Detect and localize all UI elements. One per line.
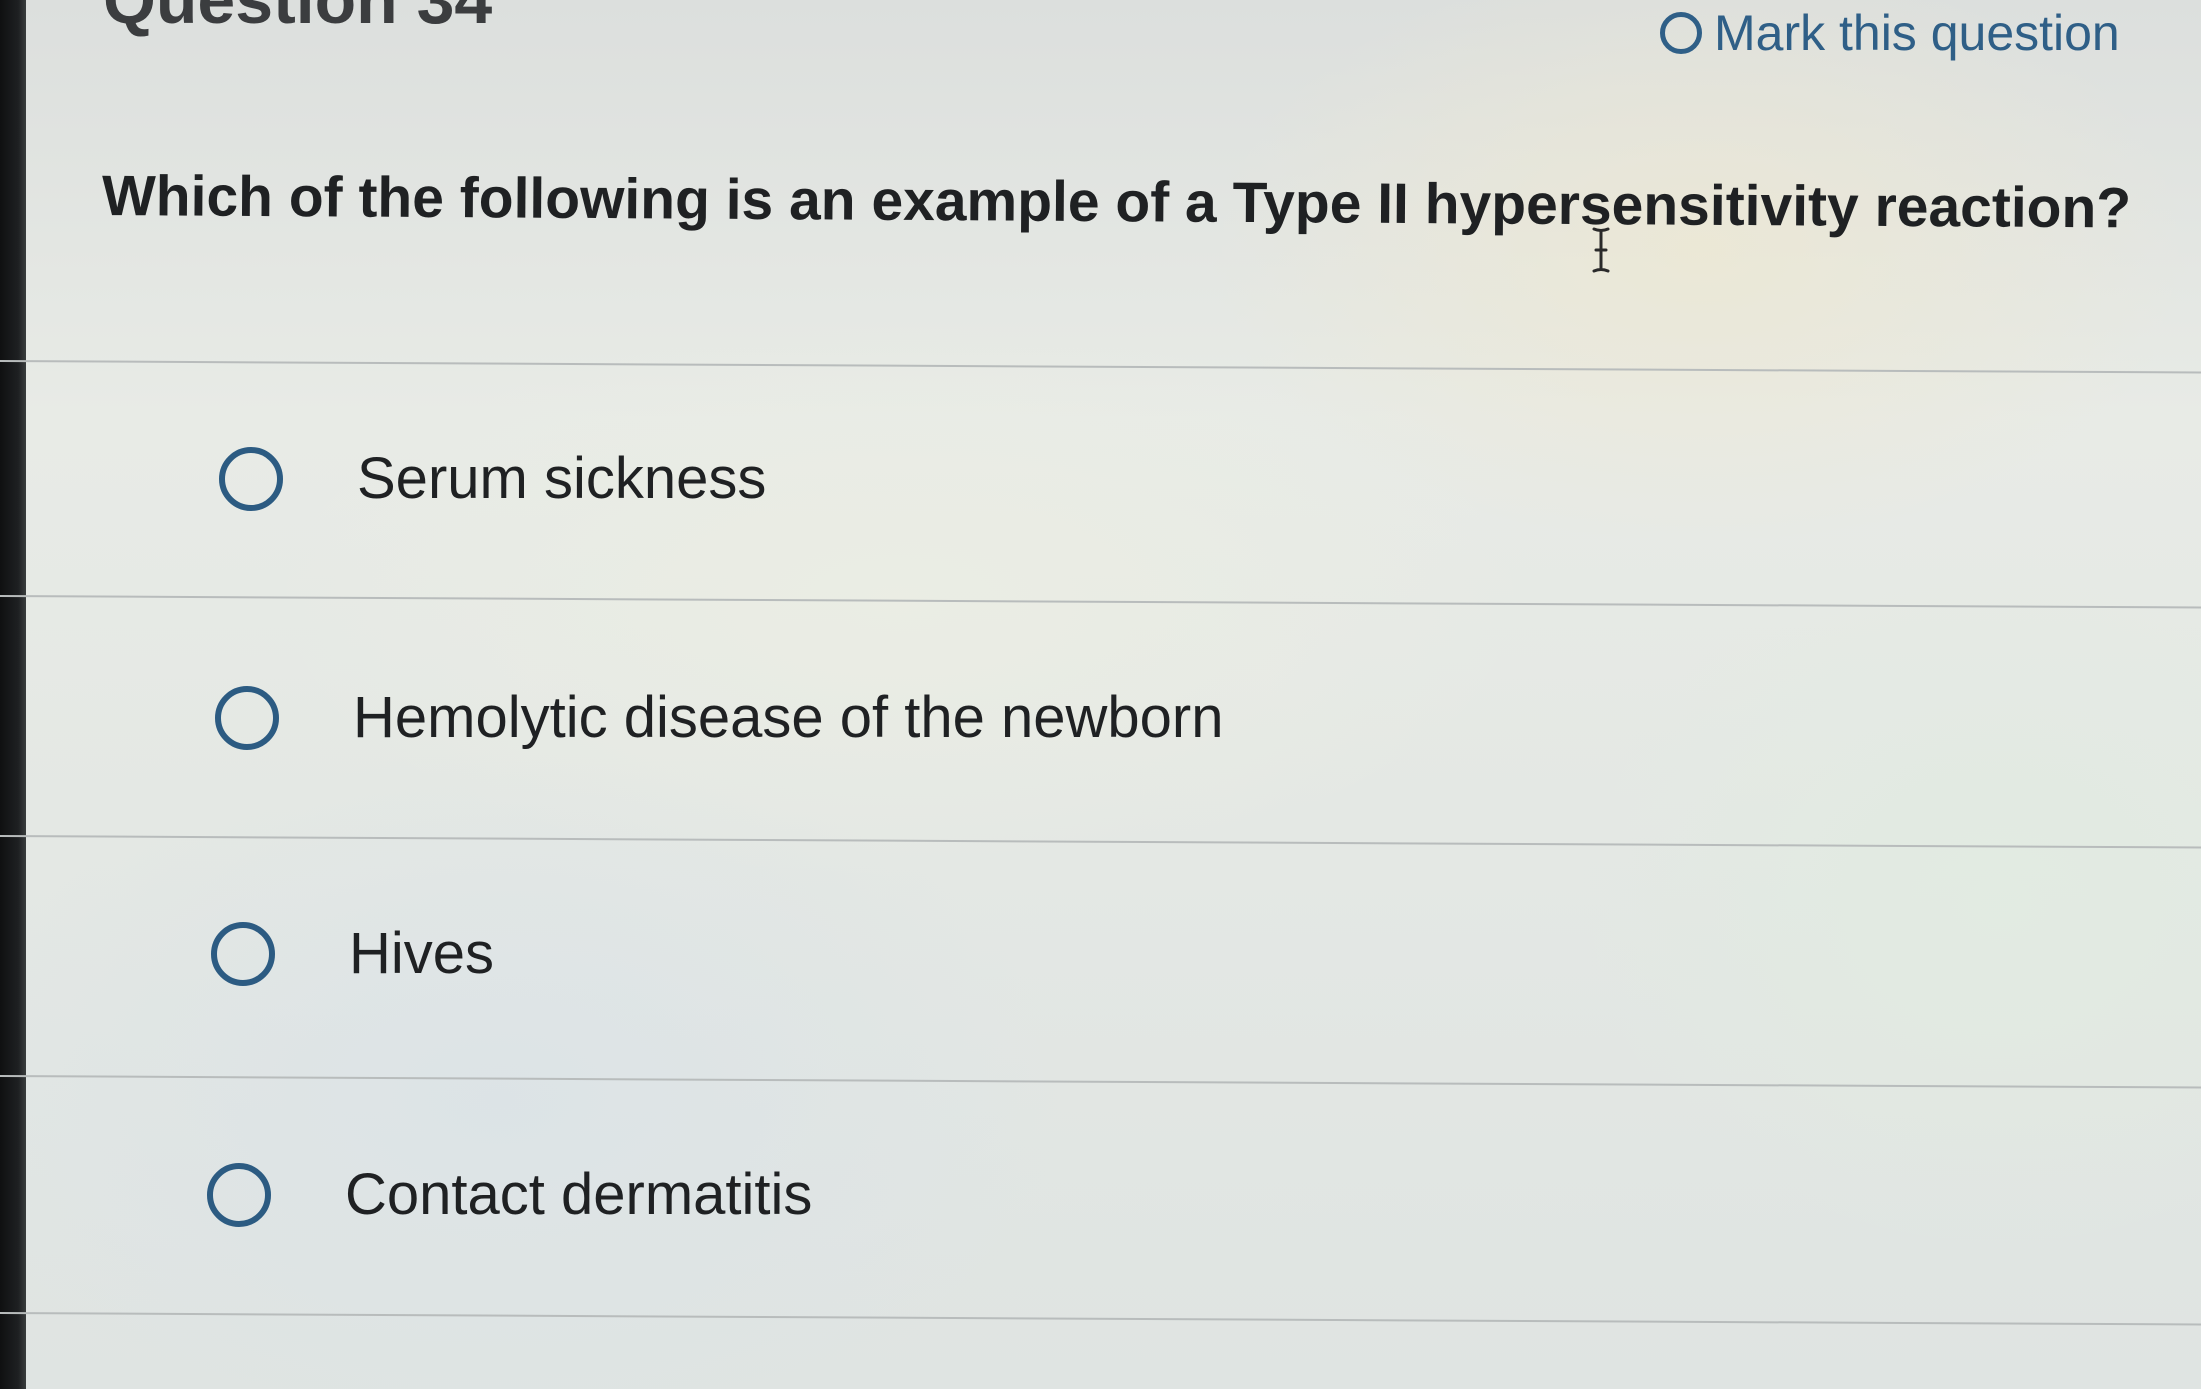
option-label[interactable]: Hemolytic disease of the newborn (353, 689, 1223, 747)
text-cursor-icon (1592, 227, 1610, 273)
radio-icon[interactable] (207, 1163, 271, 1227)
answer-option-hemolytic-disease[interactable]: Hemolytic disease of the newborn (215, 686, 1223, 750)
option-label[interactable]: Serum sickness (357, 450, 766, 508)
mark-question-label[interactable]: Mark this question (1714, 8, 2120, 58)
mark-question-toggle[interactable]: Mark this question (1660, 8, 2120, 58)
option-label[interactable]: Hives (349, 925, 494, 983)
divider (0, 1075, 2201, 1089)
mark-circle-icon[interactable] (1660, 12, 1702, 54)
question-number: Question 34 (103, 0, 493, 38)
radio-icon[interactable] (219, 447, 283, 511)
question-text: Which of the following is an example of … (101, 164, 2132, 241)
divider (0, 1312, 2201, 1326)
answer-option-serum-sickness[interactable]: Serum sickness (219, 447, 766, 511)
device-bezel (0, 0, 26, 1389)
divider (0, 595, 2201, 609)
answer-option-contact-dermatitis[interactable]: Contact dermatitis (207, 1163, 812, 1227)
divider (0, 360, 2201, 374)
radio-icon[interactable] (215, 686, 279, 750)
option-label[interactable]: Contact dermatitis (345, 1166, 812, 1224)
answer-option-hives[interactable]: Hives (211, 922, 494, 986)
radio-icon[interactable] (211, 922, 275, 986)
screen: Question 34 Mark this question Which of … (0, 0, 2201, 1389)
divider (0, 835, 2201, 849)
